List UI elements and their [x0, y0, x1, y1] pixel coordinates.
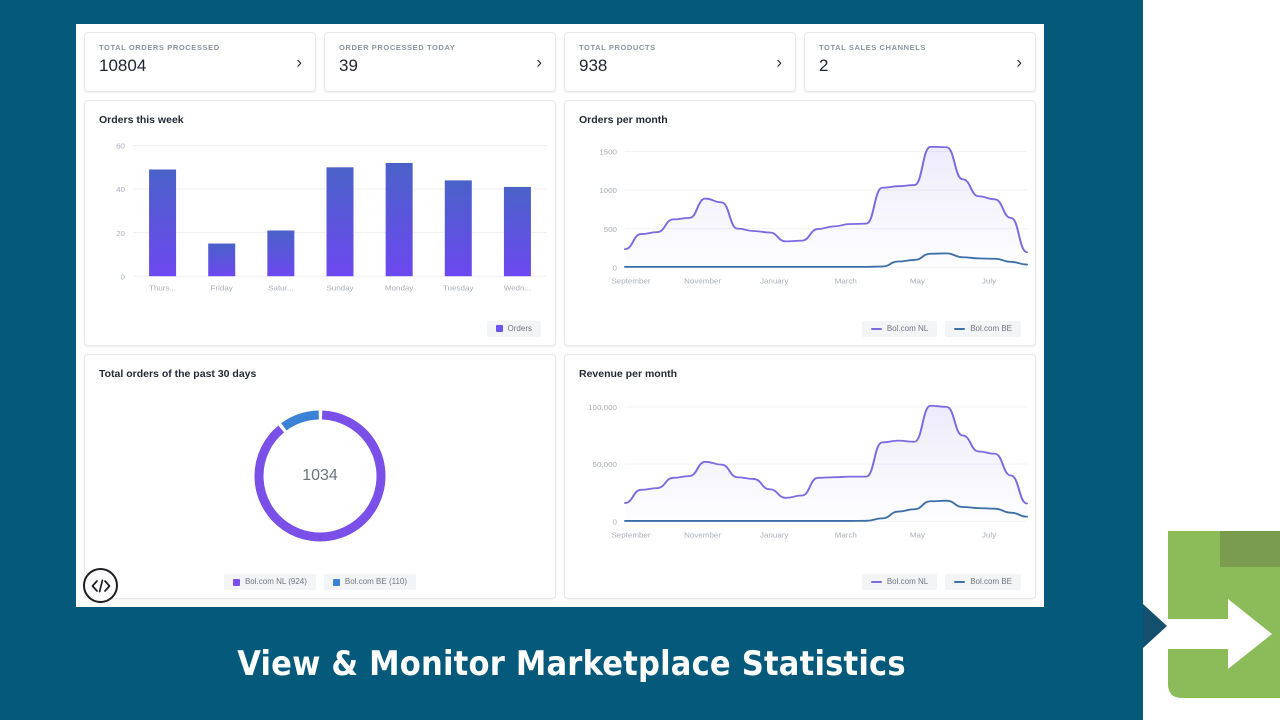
panel-title: Orders per month	[579, 114, 668, 126]
line-chart-orders-per-month: 0 500 1000 1500 September November January Marc…	[565, 133, 1035, 317]
code-icon[interactable]	[83, 568, 118, 603]
chart-legend-revenue-month: Bol.com NL Bol.com BE	[861, 574, 1021, 590]
stat-card-label: TOTAL ORDERS PROCESSED	[99, 43, 220, 52]
stat-card-total-products[interactable]: TOTAL PRODUCTS 938 ›	[564, 32, 796, 92]
svg-text:0: 0	[121, 273, 125, 281]
legend-item[interactable]: Bol.com NL (924)	[223, 574, 316, 590]
donut-chart-orders-30-days: 1034	[85, 391, 555, 563]
legend-dash-icon	[870, 327, 882, 330]
svg-text:Thurs...: Thurs...	[149, 284, 176, 292]
svg-text:January: January	[760, 277, 789, 285]
panel-total-orders-past-30-days: Total orders of the past 30 days 1034 Bo…	[84, 353, 556, 599]
legend-swatch-icon	[332, 578, 340, 586]
chart-legend-orders-30-days: Bol.com NL (924) Bol.com BE (110)	[85, 574, 555, 590]
stat-card-value: 39	[339, 56, 358, 75]
green-arrow-graphic	[1168, 523, 1280, 698]
legend-swatch-icon	[495, 325, 503, 332]
stats-row: TOTAL ORDERS PROCESSED 10804 › ORDER PRO…	[84, 32, 1036, 92]
line-chart-revenue-per-month: 0 50,000 100,000 September November January Ma…	[565, 387, 1035, 571]
folder-corner-shape	[1168, 531, 1220, 567]
legend-label: Bol.com NL (924)	[244, 577, 307, 586]
stat-card-total-orders-processed[interactable]: TOTAL ORDERS PROCESSED 10804 ›	[84, 32, 316, 92]
panel-title: Orders this week	[99, 114, 184, 126]
legend-item[interactable]: Bol.com BE (110)	[323, 574, 417, 590]
svg-text:50,000: 50,000	[593, 460, 617, 468]
stat-card-value: 938	[579, 56, 608, 75]
svg-text:July: July	[982, 277, 996, 285]
panel-title: Revenue per month	[579, 367, 678, 380]
svg-text:60: 60	[116, 142, 125, 150]
legend-dash-icon	[954, 327, 966, 330]
chevron-right-icon[interactable]: ›	[536, 54, 542, 71]
svg-text:Friday: Friday	[211, 284, 233, 292]
legend-item[interactable]: Bol.com NL	[861, 574, 938, 590]
panel-title: Total orders of the past 30 days	[99, 367, 257, 380]
legend-swatch-icon	[232, 578, 240, 586]
legend-item[interactable]: Bol.com BE	[945, 320, 1021, 337]
chevron-right-icon[interactable]: ›	[1016, 54, 1022, 71]
legend-item[interactable]: Bol.com BE	[945, 574, 1021, 590]
svg-text:20: 20	[116, 229, 125, 237]
svg-text:September: September	[611, 530, 651, 538]
svg-text:September: September	[611, 277, 651, 285]
banner: View & Monitor Marketplace Statistics	[0, 607, 1143, 720]
chevron-right-icon[interactable]: ›	[776, 54, 782, 71]
svg-text:November: November	[684, 530, 721, 538]
donut-center-value: 1034	[302, 467, 338, 485]
panels-row-bottom: Total orders of the past 30 days 1034 Bo…	[84, 353, 1036, 599]
legend-dash-icon	[954, 581, 966, 583]
stat-card-total-sales-channels[interactable]: TOTAL SALES CHANNELS 2 ›	[804, 32, 1036, 92]
svg-text:0: 0	[613, 264, 617, 272]
svg-text:Tuesday: Tuesday	[443, 284, 474, 292]
banner-title: View & Monitor Marketplace Statistics	[237, 643, 906, 684]
panels-row-top: Orders this week 60 40 20 0 Thurs... Friday Sa…	[84, 100, 1036, 346]
svg-text:Sunday: Sunday	[326, 284, 353, 292]
legend-label: Bol.com NL	[886, 577, 929, 586]
dashboard-container: TOTAL ORDERS PROCESSED 10804 › ORDER PRO…	[76, 24, 1044, 607]
svg-text:January: January	[760, 530, 789, 538]
legend-label: Bol.com BE (110)	[344, 577, 408, 586]
panel-orders-this-week: Orders this week 60 40 20 0 Thurs... Friday Sa…	[84, 100, 556, 346]
svg-text:100,000: 100,000	[588, 403, 617, 411]
legend-label: Orders	[507, 323, 532, 333]
bar-chart-orders-this-week: 60 40 20 0 Thurs... Friday Satur... Sunday Monda…	[85, 133, 555, 317]
svg-text:1000: 1000	[599, 187, 617, 195]
stat-card-label: TOTAL SALES CHANNELS	[819, 43, 927, 52]
legend-label: Bol.com NL	[886, 323, 929, 333]
svg-text:0: 0	[613, 517, 617, 525]
svg-text:July: July	[982, 530, 996, 538]
legend-item[interactable]: Bol.com NL	[861, 320, 938, 337]
stat-card-order-processed-today[interactable]: ORDER PROCESSED TODAY 39 ›	[324, 32, 556, 92]
legend-label: Bol.com BE	[970, 577, 1012, 586]
svg-text:May: May	[910, 530, 925, 538]
svg-text:May: May	[910, 277, 925, 285]
svg-text:March: March	[835, 277, 857, 285]
chart-legend-orders-month: Bol.com NL Bol.com BE	[861, 320, 1021, 337]
svg-text:Satur...: Satur...	[268, 284, 293, 292]
svg-text:November: November	[684, 277, 721, 285]
panel-orders-per-month: Orders per month 0 500 1000 1500 September No…	[564, 100, 1036, 346]
legend-label: Bol.com BE	[970, 323, 1012, 333]
stat-card-label: ORDER PROCESSED TODAY	[339, 43, 456, 52]
legend-item[interactable]: Orders	[486, 320, 541, 337]
backdrop-chevron-accent	[1143, 604, 1167, 648]
svg-text:Wedn...: Wedn...	[504, 284, 531, 292]
svg-text:Monday: Monday	[385, 284, 414, 292]
stat-card-label: TOTAL PRODUCTS	[579, 43, 656, 52]
svg-text:40: 40	[116, 186, 125, 194]
svg-text:1500: 1500	[599, 148, 617, 156]
chart-legend-orders-week: Orders	[486, 320, 541, 337]
stat-card-value: 2	[819, 56, 829, 75]
svg-text:500: 500	[604, 225, 617, 233]
stat-card-value: 10804	[99, 56, 147, 75]
legend-dash-icon	[870, 581, 882, 583]
panels-grid: Orders this week 60 40 20 0 Thurs... Friday Sa…	[84, 100, 1036, 599]
chevron-right-icon[interactable]: ›	[296, 54, 302, 71]
svg-text:March: March	[835, 530, 857, 538]
panel-revenue-per-month: Revenue per month 0 50,000 100,000 Septembe…	[564, 353, 1036, 599]
